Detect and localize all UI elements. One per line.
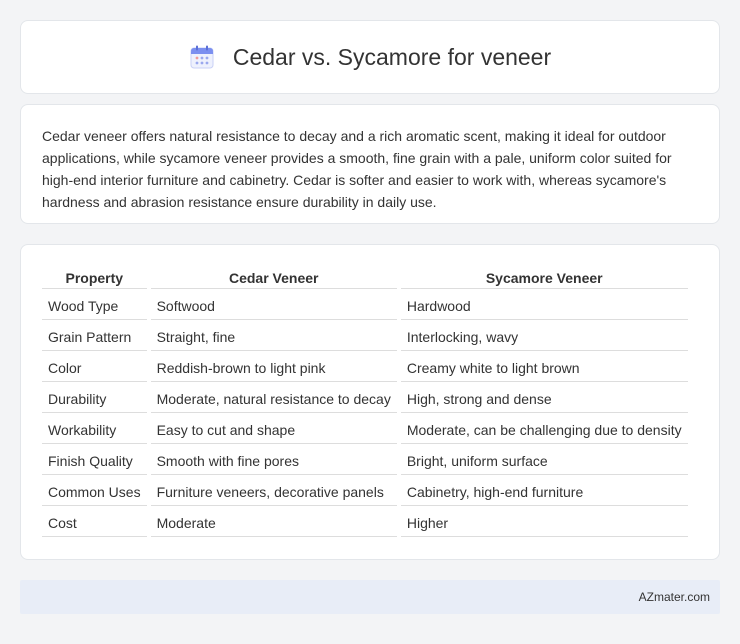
table-header-row: Property Cedar Veneer Sycamore Veneer: [42, 265, 688, 289]
property-cell: Cost: [42, 506, 147, 537]
sycamore-cell: High, strong and dense: [400, 382, 688, 413]
column-header-sycamore: Sycamore Veneer: [400, 265, 688, 289]
cedar-cell: Reddish-brown to light pink: [150, 351, 397, 382]
cedar-cell: Furniture veneers, decorative panels: [150, 475, 397, 506]
page-title: Cedar vs. Sycamore for veneer: [232, 43, 552, 70]
table-row: Wood Type Softwood Hardwood: [42, 289, 688, 320]
cedar-cell: Moderate: [150, 506, 397, 537]
summary-card: Cedar veneer offers natural resistance t…: [20, 104, 720, 224]
cedar-cell: Softwood: [150, 289, 397, 320]
table-row: Finish Quality Smooth with fine pores Br…: [42, 444, 688, 475]
cedar-cell: Smooth with fine pores: [150, 444, 397, 475]
sycamore-cell: Creamy white to light brown: [400, 351, 688, 382]
column-header-cedar: Cedar Veneer: [150, 265, 397, 289]
sycamore-cell: Bright, uniform surface: [400, 444, 688, 475]
property-cell: Durability: [42, 382, 147, 413]
column-header-property: Property: [42, 265, 147, 289]
title-row: Cedar vs. Sycamore for veneer: [189, 44, 551, 71]
property-cell: Common Uses: [42, 475, 147, 506]
cedar-cell: Easy to cut and shape: [150, 413, 397, 444]
property-cell: Wood Type: [42, 289, 147, 320]
sycamore-cell: Higher: [400, 506, 688, 537]
sycamore-cell: Interlocking, wavy: [400, 320, 688, 351]
comparison-table: Property Cedar Veneer Sycamore Veneer Wo…: [38, 265, 692, 537]
cedar-cell: Moderate, natural resistance to decay: [150, 382, 397, 413]
table-row: Color Reddish-brown to light pink Creamy…: [42, 351, 688, 382]
summary-text: Cedar veneer offers natural resistance t…: [42, 128, 672, 210]
comparison-card: Property Cedar Veneer Sycamore Veneer Wo…: [20, 244, 720, 560]
sycamore-cell: Cabinetry, high-end furniture: [400, 475, 688, 506]
property-cell: Finish Quality: [42, 444, 147, 475]
property-cell: Workability: [42, 413, 147, 444]
calendar-icon: [190, 45, 214, 69]
footer-bar: AZmater.com: [20, 580, 720, 614]
footer-brand: AZmater.com: [638, 590, 710, 604]
sycamore-cell: Moderate, can be challenging due to dens…: [400, 413, 688, 444]
table-row: Workability Easy to cut and shape Modera…: [42, 413, 688, 444]
table-row: Common Uses Furniture veneers, decorativ…: [42, 475, 688, 506]
property-cell: Color: [42, 351, 147, 382]
cedar-cell: Straight, fine: [150, 320, 397, 351]
table-row: Cost Moderate Higher: [42, 506, 688, 537]
title-card: Cedar vs. Sycamore for veneer: [20, 20, 720, 94]
sycamore-cell: Hardwood: [400, 289, 688, 320]
table-row: Grain Pattern Straight, fine Interlockin…: [42, 320, 688, 351]
property-cell: Grain Pattern: [42, 320, 147, 351]
table-row: Durability Moderate, natural resistance …: [42, 382, 688, 413]
